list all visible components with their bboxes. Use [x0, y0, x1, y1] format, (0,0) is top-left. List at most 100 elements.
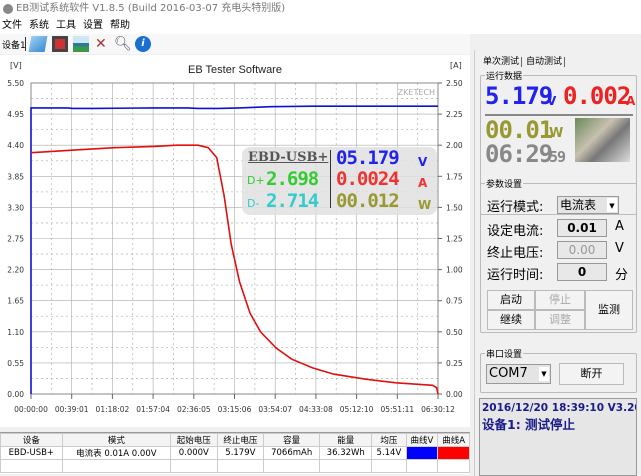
y-tick-label: 3.30 — [7, 203, 24, 212]
col-mode: 模式 — [61, 433, 172, 447]
start-button[interactable]: 启动 — [487, 290, 535, 310]
divider — [25, 37, 26, 51]
results-table: 设备 模式 起始电压 终止电压 容量 能量 均压 曲线V 曲线A EBD-USB… — [0, 432, 470, 474]
current-input[interactable]: 0.01 — [557, 219, 607, 237]
folder-icon[interactable] — [28, 36, 48, 52]
save-icon[interactable] — [52, 36, 68, 52]
current-unit: A — [615, 219, 624, 234]
menu-settings[interactable]: 设置 — [83, 20, 103, 31]
overlay-divider — [330, 150, 331, 208]
table-row[interactable]: EBD-USB+ 电流表 0.01A 0.00V 0.000V 5.179V 7… — [0, 446, 470, 460]
y2-tick-label: 0.75 — [446, 297, 463, 306]
dplus-value: 2.698 — [266, 168, 319, 190]
x-tick-label: 03:15:06 — [218, 405, 252, 414]
mode-select[interactable]: 电流表 ▼ — [557, 196, 619, 214]
menu-help[interactable]: 帮助 — [110, 20, 130, 31]
y2-tick-label: 1.50 — [446, 203, 463, 212]
x-tick-label: 01:57:04 — [136, 405, 170, 414]
run-time: 06:29 — [485, 140, 553, 168]
adjust-button[interactable]: 调整 — [535, 310, 585, 330]
x-tick-label: 00:00:00 — [14, 405, 48, 414]
overlay-power-unit: W — [418, 198, 432, 212]
chart-panel: EB Tester Software [V] [A] 0.00 0.55 1.10 1.65… — [0, 55, 470, 427]
y-tick-label: 4.95 — [7, 110, 24, 119]
col-start-voltage: 起始电压 — [170, 433, 218, 447]
readout-overlay: EBD-USB+ D+ 2.698 D- 2.714 05.179 V 0.00… — [242, 147, 437, 215]
y2-tick-label: 0.50 — [446, 328, 463, 337]
mode-label: 运行模式: — [487, 200, 544, 215]
cell-curve-v-color[interactable] — [405, 446, 439, 460]
run-voltage-unit: V — [547, 94, 557, 108]
y2-tick-label: 0.25 — [446, 359, 463, 368]
overlay-voltage-unit: V — [418, 155, 428, 169]
cell-energy: 36.32Wh — [319, 446, 373, 460]
tab-single-test[interactable]: 单次测试 — [481, 57, 523, 67]
params-group: 参数设置 运行模式: 电流表 ▼ 设定电流: 0.01 A 终止电压: 0.00 … — [480, 177, 637, 333]
y2-tick-label: 1.25 — [446, 235, 463, 244]
y-tick-label: 5.50 — [7, 79, 24, 88]
menu-file[interactable]: 文件 — [2, 20, 22, 31]
params-label: 参数设置 — [485, 177, 524, 190]
menu-tools[interactable]: 工具 — [56, 20, 76, 31]
serial-group: 串口设置 COM7 ▼ 断开 — [480, 347, 637, 393]
toolbar: 设备1 ✕ 🔍︎ i — [0, 34, 470, 54]
y-tick-label: 0.55 — [7, 359, 24, 368]
cell-end-voltage: 5.179V — [216, 446, 265, 460]
menu-bar: 文件 系统 工具 设置 帮助 — [0, 18, 641, 34]
run-current: 0.002 — [563, 82, 631, 110]
chevron-down-icon: ▼ — [607, 198, 617, 212]
run-data-label: 运行数据 — [485, 69, 524, 82]
dminus-label: D- — [247, 197, 260, 210]
overlay-current-unit: A — [418, 176, 428, 190]
y-axis-label: [V] — [10, 61, 22, 70]
table-header: 设备 模式 起始电压 终止电压 容量 能量 均压 曲线V 曲线A — [0, 433, 470, 447]
current-label: 设定电流: — [487, 224, 544, 239]
y2-tick-label: 2.25 — [446, 110, 463, 119]
continue-button[interactable]: 继续 — [487, 310, 535, 330]
app-icon — [3, 4, 13, 14]
port-select[interactable]: COM7 ▼ — [486, 364, 551, 384]
time-input[interactable]: 0 — [557, 263, 607, 281]
cell-device: EBD-USB+ — [0, 446, 63, 460]
cutoff-input[interactable]: 0.00 — [557, 241, 607, 259]
y2-tick-label: 2.50 — [446, 79, 463, 88]
time-unit: 分 — [615, 268, 629, 283]
x-tick-label: 02:36:05 — [177, 405, 211, 414]
monitor-button[interactable]: 监测 — [585, 290, 633, 330]
col-energy: 能量 — [319, 433, 373, 447]
watermark: ZKETECH — [398, 88, 435, 97]
device-selector[interactable]: 设备1 — [2, 38, 26, 51]
stop-button[interactable]: 停止 — [535, 290, 585, 310]
col-capacity: 容量 — [263, 433, 321, 447]
tools-icon[interactable]: ✕ — [95, 36, 111, 52]
right-panel: 单次测试 自动测试 运行数据 5.179 V 0.002 A 0 0.01 W 06… — [474, 50, 641, 476]
col-avg-voltage: 均压 — [371, 433, 407, 447]
dminus-value: 2.714 — [266, 190, 319, 212]
overlay-device: EBD-USB+ — [248, 150, 329, 165]
cat-image — [575, 118, 630, 162]
info-icon[interactable]: i — [135, 36, 151, 52]
cutoff-unit: V — [615, 241, 624, 256]
dplus-label: D+ — [247, 174, 265, 187]
menu-system[interactable]: 系统 — [29, 20, 49, 31]
time-label: 运行时间: — [487, 268, 544, 283]
image-icon[interactable] — [73, 36, 89, 52]
chart: EB Tester Software [V] [A] 0.00 0.55 1.10 1.65… — [7, 61, 463, 414]
y2-tick-label: 1.00 — [446, 266, 463, 275]
run-current-unit: A — [626, 94, 636, 108]
search-icon[interactable]: 🔍︎ — [114, 36, 132, 52]
y2-tick-label: 2.00 — [446, 141, 463, 150]
x-tick-label: 06:30:12 — [421, 405, 455, 414]
disconnect-button[interactable]: 断开 — [559, 363, 624, 385]
cell-curve-a-color[interactable] — [437, 446, 470, 460]
window-title: EB测试系统软件 V1.8.5 (Build 2016-03-07 充电头特别版… — [16, 3, 286, 14]
x-tick-label: 03:54:07 — [258, 405, 292, 414]
y-tick-label: 0.00 — [7, 390, 24, 399]
run-power-unit: W — [549, 126, 564, 141]
title-bar: EB测试系统软件 V1.8.5 (Build 2016-03-07 充电头特别版… — [0, 0, 641, 18]
x-tick-label: 01:18:02 — [96, 405, 130, 414]
y-tick-label: 2.75 — [7, 235, 24, 244]
status-box: 2016/12/20 18:39:10 V3.20 设备1: 测试停止 — [479, 398, 637, 476]
run-voltage: 5.179 — [485, 82, 553, 110]
tab-auto-test[interactable]: 自动测试 — [524, 57, 566, 67]
